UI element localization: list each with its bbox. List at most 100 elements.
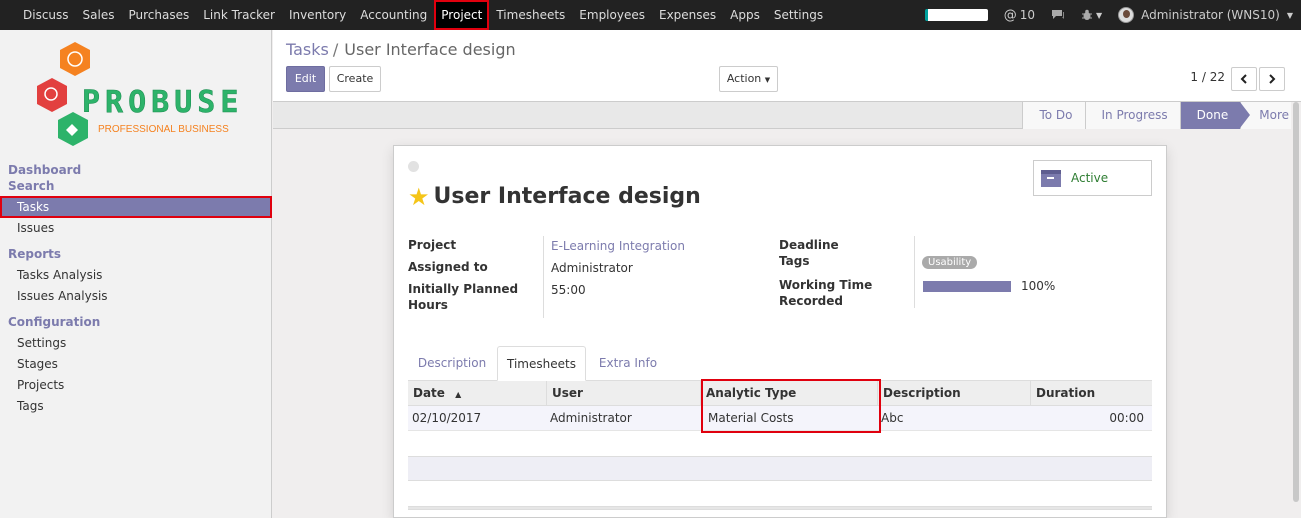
sidebar-item-tasks[interactable]: Tasks bbox=[0, 196, 272, 218]
tag-usability[interactable]: Usability bbox=[922, 256, 978, 269]
menu-timesheets[interactable]: Timesheets bbox=[489, 0, 572, 30]
assigned-to-value[interactable]: Administrator bbox=[551, 261, 633, 275]
stage-to-do[interactable]: To Do bbox=[1022, 102, 1085, 129]
planned-hours-value[interactable]: 55:00 bbox=[551, 283, 586, 297]
working-time-label-line2: Recorded bbox=[779, 294, 843, 308]
analytic-type-highlight bbox=[701, 379, 881, 433]
sidebar-section-search[interactable]: Search bbox=[8, 179, 54, 193]
cell-date[interactable]: 02/10/2017 bbox=[408, 406, 546, 431]
sidebar-item-tasks-analysis[interactable]: Tasks Analysis bbox=[0, 264, 272, 286]
archive-icon bbox=[1041, 169, 1061, 187]
sidebar-section-reports[interactable]: Reports bbox=[8, 247, 61, 261]
deadline-label: Deadline bbox=[779, 238, 839, 252]
menu-inventory[interactable]: Inventory bbox=[282, 0, 353, 30]
menu-accounting[interactable]: Accounting bbox=[353, 0, 434, 30]
column-header-duration[interactable]: Duration bbox=[1030, 381, 1152, 406]
star-icon[interactable]: ★ bbox=[408, 185, 430, 209]
probuse-logo-graphic: PROBUSE PROFESSIONAL BUSINESS bbox=[37, 42, 243, 146]
field-divider-right bbox=[914, 236, 915, 308]
mentions-count: 10 bbox=[1019, 8, 1035, 22]
planner-progress-widget[interactable] bbox=[924, 9, 988, 21]
notebook-tabs: Description Timesheets Extra Info bbox=[408, 346, 1152, 381]
menu-discuss[interactable]: Discuss bbox=[16, 0, 76, 30]
table-bottom-border bbox=[408, 506, 1152, 510]
column-header-user[interactable]: User bbox=[546, 381, 700, 406]
sidebar-section-configuration[interactable]: Configuration bbox=[8, 315, 100, 329]
project-link[interactable]: E-Learning Integration bbox=[551, 239, 685, 253]
debug-menu[interactable]: ▼ bbox=[1081, 9, 1102, 21]
field-divider-left bbox=[543, 236, 544, 318]
menu-sales[interactable]: Sales bbox=[76, 0, 122, 30]
task-title-row: ★ User Interface design bbox=[408, 184, 701, 209]
sidebar-item-issues[interactable]: Issues bbox=[0, 217, 272, 239]
cell-user[interactable]: Administrator bbox=[546, 406, 700, 431]
caret-down-icon: ▼ bbox=[764, 76, 771, 84]
working-time-progress-bar bbox=[923, 281, 1011, 292]
scrollbar-thumb[interactable] bbox=[1293, 102, 1299, 502]
sidebar: PROBUSE PROFESSIONAL BUSINESS Dashboard … bbox=[0, 30, 272, 518]
scrollbar[interactable] bbox=[1291, 102, 1301, 518]
create-button[interactable]: Create bbox=[329, 66, 381, 92]
tab-extra-info[interactable]: Extra Info bbox=[587, 346, 669, 381]
breadcrumb-current: User Interface design bbox=[344, 40, 516, 59]
working-time-percent: 100% bbox=[1021, 279, 1056, 293]
menu-employees[interactable]: Employees bbox=[572, 0, 652, 30]
edit-button[interactable]: Edit bbox=[286, 66, 325, 92]
menu-settings[interactable]: Settings bbox=[767, 0, 830, 30]
planned-hours-label-line1: Initially Planned bbox=[408, 282, 519, 296]
project-label: Project bbox=[408, 238, 457, 252]
pager-previous-button[interactable] bbox=[1231, 67, 1257, 91]
project-field[interactable]: E-Learning Integration bbox=[551, 239, 685, 253]
avatar bbox=[1118, 7, 1135, 23]
tags-label: Tags bbox=[779, 254, 810, 268]
caret-down-icon: ▼ bbox=[1095, 10, 1103, 20]
sidebar-item-settings[interactable]: Settings bbox=[0, 332, 272, 354]
caret-down-icon: ▼ bbox=[1286, 10, 1293, 20]
tab-timesheets[interactable]: Timesheets bbox=[497, 346, 586, 381]
sidebar-item-stages[interactable]: Stages bbox=[0, 353, 272, 375]
stage-in-progress[interactable]: In Progress bbox=[1084, 102, 1180, 129]
sidebar-item-projects[interactable]: Projects bbox=[0, 374, 272, 396]
chat-bubble-icon bbox=[1051, 10, 1064, 19]
company-logo: PROBUSE PROFESSIONAL BUSINESS bbox=[30, 40, 250, 150]
menu-purchases[interactable]: Purchases bbox=[122, 0, 197, 30]
logo-wordmark: PROBUSE bbox=[82, 85, 243, 120]
active-toggle-button[interactable]: Active bbox=[1033, 160, 1152, 196]
statusbar: To Do In Progress Done More bbox=[273, 102, 1301, 129]
action-label: Action bbox=[726, 72, 762, 85]
task-title: User Interface design bbox=[433, 184, 701, 209]
cell-description[interactable]: Abc bbox=[877, 406, 1030, 431]
pager-value[interactable]: 1 / 22 bbox=[1190, 70, 1225, 84]
pager-next-button[interactable] bbox=[1259, 67, 1285, 91]
sort-ascending-icon: ▲ bbox=[455, 390, 462, 399]
column-header-date[interactable]: Date ▲ bbox=[408, 381, 546, 406]
logo-tagline: PROFESSIONAL BUSINESS bbox=[98, 124, 229, 135]
top-navbar: Discuss Sales Purchases Link Tracker Inv… bbox=[0, 0, 1301, 30]
chat-button[interactable] bbox=[1051, 9, 1065, 21]
action-dropdown[interactable]: Action ▼ bbox=[719, 66, 778, 92]
cell-duration[interactable]: 00:00 bbox=[1030, 406, 1148, 431]
menu-expenses[interactable]: Expenses bbox=[652, 0, 723, 30]
chevron-right-icon bbox=[1269, 74, 1276, 84]
tab-description[interactable]: Description bbox=[408, 346, 496, 381]
working-time-label-line1: Working Time bbox=[779, 278, 873, 292]
user-menu[interactable]: Administrator (WNS10) ▼ bbox=[1118, 7, 1293, 23]
stage-done[interactable]: Done bbox=[1179, 102, 1250, 129]
assigned-to-label: Assigned to bbox=[408, 260, 488, 274]
menu-apps[interactable]: Apps bbox=[723, 0, 767, 30]
active-label: Active bbox=[1071, 171, 1109, 185]
kanban-state-indicator[interactable] bbox=[408, 161, 419, 172]
sidebar-section-dashboard[interactable]: Dashboard bbox=[8, 163, 81, 177]
menu-project[interactable]: Project bbox=[434, 0, 490, 30]
column-header-description[interactable]: Description bbox=[877, 381, 1030, 406]
planned-hours-label-line2: Hours bbox=[408, 298, 448, 312]
sidebar-item-tags[interactable]: Tags bbox=[0, 395, 272, 417]
column-label-date: Date bbox=[413, 386, 445, 400]
sidebar-item-issues-analysis[interactable]: Issues Analysis bbox=[0, 285, 272, 307]
breadcrumb-tasks-link[interactable]: Tasks bbox=[286, 40, 329, 59]
breadcrumb: Tasks / User Interface design bbox=[286, 40, 516, 59]
mentions-indicator[interactable]: @ 10 bbox=[1004, 8, 1035, 23]
menu-link-tracker[interactable]: Link Tracker bbox=[196, 0, 282, 30]
at-icon: @ bbox=[1003, 7, 1017, 23]
table-footer-row bbox=[408, 456, 1152, 481]
